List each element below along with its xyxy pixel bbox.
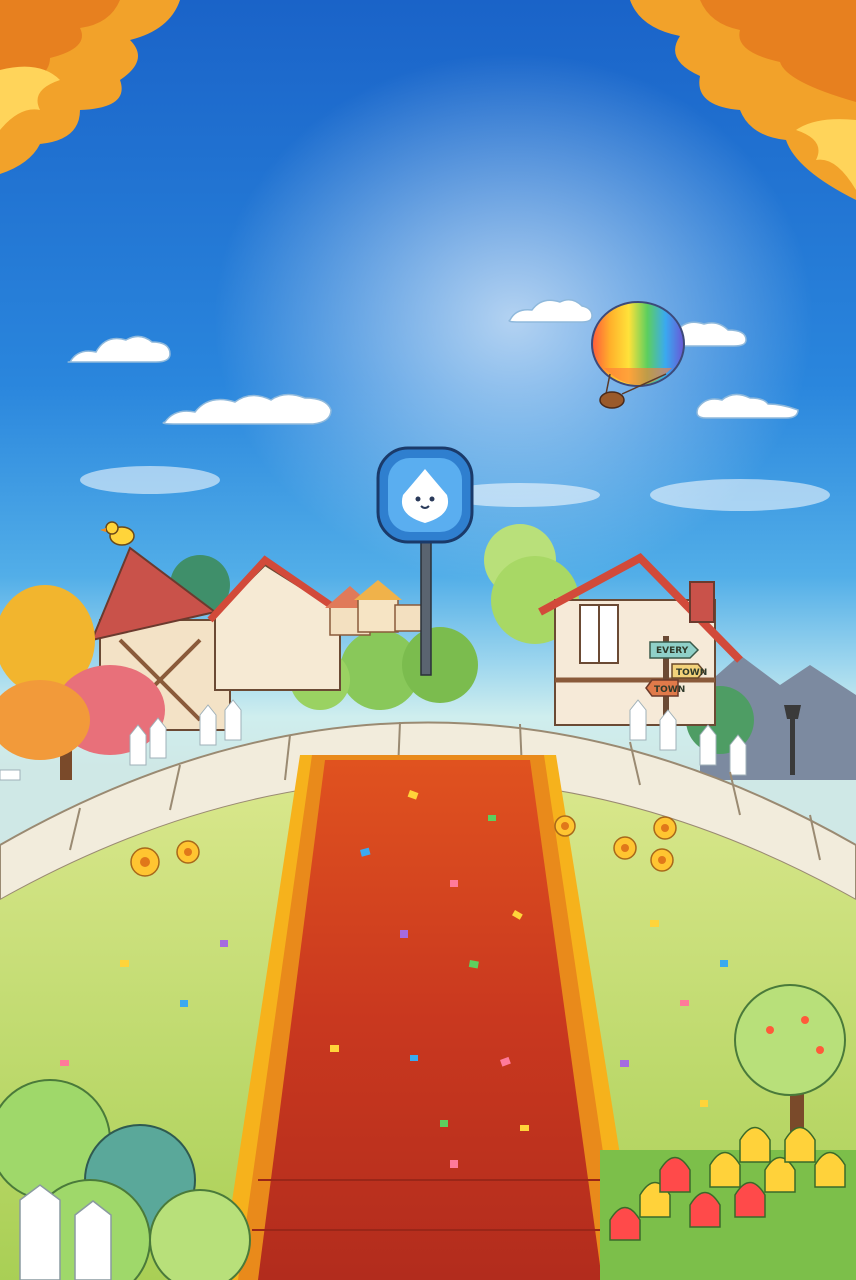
signpost-labels: EVERY TOWN TOWN [654,646,707,695]
tulip-bed [600,1126,856,1280]
game-scene: EVERY TOWN TOWN [0,0,856,1280]
sign-label-town: TOWN [676,668,707,678]
blue-droplet-mascot-icon [401,469,449,523]
sign-label-every: EVERY [656,646,689,656]
scene-art [0,0,856,1280]
sign-label-town-2: TOWN [654,685,685,695]
